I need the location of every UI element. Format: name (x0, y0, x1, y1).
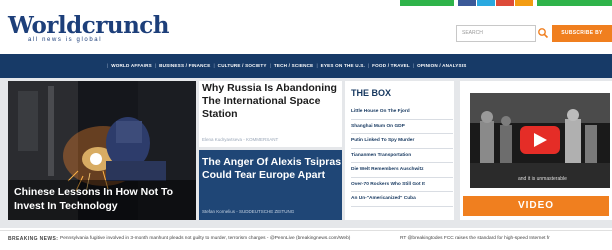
nav-separator: | (107, 63, 109, 68)
nav-food-travel[interactable]: FOOD / TRAVEL (372, 63, 410, 68)
nav-world-affairs[interactable]: WORLD AFFAIRS (111, 63, 152, 68)
nav-separator: | (213, 63, 215, 68)
box-item[interactable]: Die Welt Remembers Auschwitz (351, 163, 453, 178)
nav-separator: | (367, 63, 370, 68)
article-byline: Elena Kudryavtseva - KOMMERSANT (202, 137, 279, 142)
box-item[interactable]: Shanghai Mum On GDP (351, 120, 453, 134)
breaking-news-item[interactable]: RT @breakingtodes FCC raises the standar… (400, 236, 550, 241)
breaking-news-item[interactable]: Pennsylvania fugitive involved in 3-mont… (60, 236, 350, 241)
box-item[interactable]: Over-70 Rockers Who Still Got It (351, 178, 453, 192)
twitter-icon[interactable] (477, 0, 495, 6)
nav-items: | WORLD AFFAIRS | BUSINESS / FINANCE | C… (104, 63, 467, 68)
article-byline: Stefan Kornelius - SUDDEUTSCHE ZEITUNG (202, 209, 295, 214)
search-icon[interactable] (537, 26, 549, 40)
video-thumbnail (470, 93, 610, 188)
social-follow-button[interactable] (537, 0, 612, 6)
the-box-list: Little House On The Fjord Shanghai Mum O… (351, 105, 453, 207)
video-button[interactable]: VIDEO (463, 196, 609, 216)
video-subtitle: and it is unmasterable (518, 176, 567, 182)
nav-tech-science[interactable]: TECH / SCIENCE (274, 63, 314, 68)
box-item[interactable]: Putin Linked To Spy Murder (351, 134, 453, 149)
nav-separator: | (154, 63, 157, 68)
breaking-news-label: BREAKING NEWS: (8, 236, 59, 242)
search-input[interactable]: SEARCH (456, 25, 536, 42)
nav-separator: | (412, 63, 415, 68)
main-nav: | WORLD AFFAIRS | BUSINESS / FINANCE | C… (0, 54, 612, 78)
box-item[interactable]: Tiananmen Transportation (351, 149, 453, 163)
the-box-title: THE BOX (351, 88, 392, 98)
search-placeholder: SEARCH (462, 30, 483, 36)
box-item[interactable]: An Un-"Americanized" Cuba (351, 192, 453, 207)
nav-separator: | (269, 63, 271, 68)
social-share-button[interactable] (400, 0, 454, 6)
article-title[interactable]: The Anger Of Alexis Tsipras Could Tear E… (202, 156, 342, 182)
article-title[interactable]: Why Russia Is Abandoning The Internation… (202, 82, 342, 121)
rss-icon[interactable] (515, 0, 533, 6)
video-player[interactable] (470, 93, 610, 188)
subscribe-button[interactable]: SUBSCRIBE BY EMAIL (552, 25, 612, 53)
nav-culture-society[interactable]: CULTURE / SOCIETY (218, 63, 267, 68)
logo-name: Worldcrunch (8, 12, 170, 39)
nav-eyes-on-us[interactable]: EYES ON THE U.S. (321, 63, 365, 68)
box-item[interactable]: Little House On The Fjord (351, 105, 453, 120)
nav-business-finance[interactable]: BUSINESS / FINANCE (159, 63, 210, 68)
hero-title[interactable]: Chinese Lessons In How Not To Invest In … (14, 185, 190, 213)
google-plus-icon[interactable] (496, 0, 514, 6)
nav-opinion-analysis[interactable]: OPINION / ANALYSIS (417, 63, 466, 68)
facebook-icon[interactable] (458, 0, 476, 6)
site-logo[interactable]: Worldcrunch all news is global (8, 12, 170, 44)
nav-separator: | (316, 63, 318, 68)
